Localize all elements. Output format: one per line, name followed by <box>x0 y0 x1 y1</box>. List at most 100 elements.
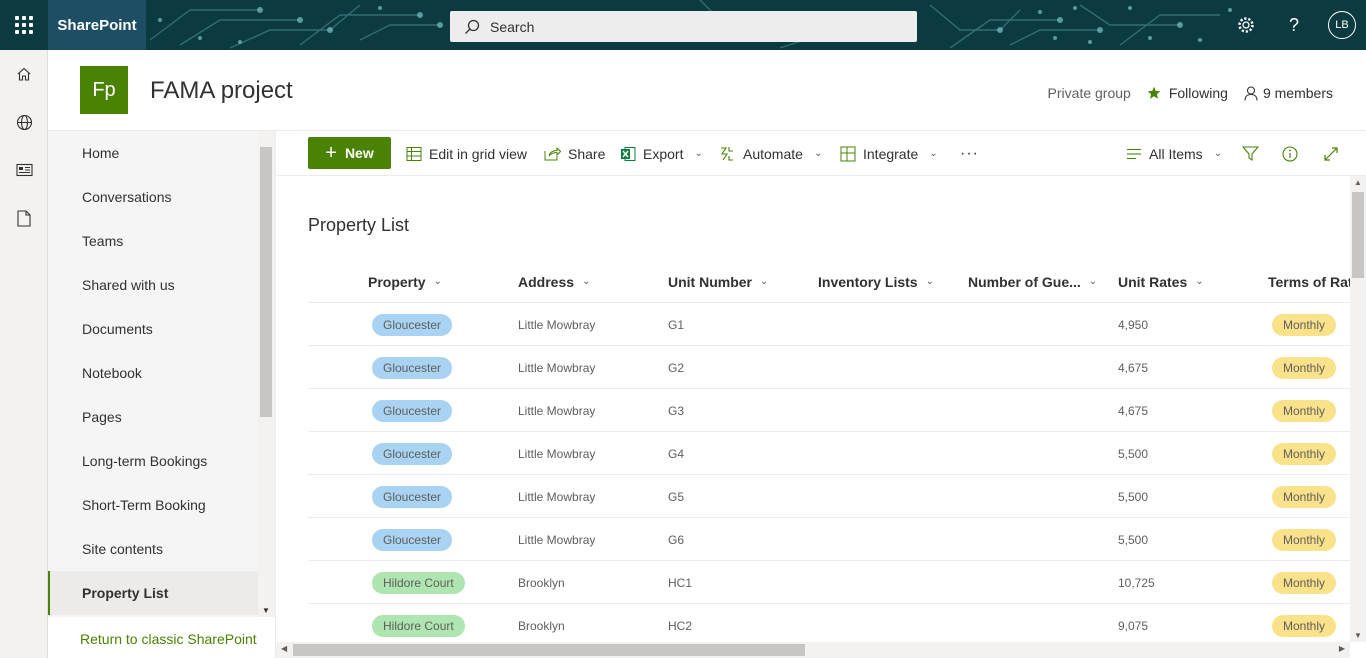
return-to-classic-link[interactable]: Return to classic SharePoint <box>80 631 257 647</box>
scroll-up-arrow-icon[interactable]: ▲ <box>1354 178 1362 187</box>
column-header-terms-of-rate[interactable]: Terms of Rate <box>1268 260 1350 303</box>
appbar-home-button[interactable] <box>0 50 48 98</box>
terms-cell: Monthly <box>1272 518 1337 561</box>
appbar-files-button[interactable] <box>0 194 48 242</box>
table-row[interactable]: Gloucester Little Mowbray G3 4,675 Monthly <box>308 389 1350 432</box>
property-cell: Gloucester <box>372 518 453 561</box>
unit-number-cell: HC1 <box>668 575 693 590</box>
site-logo[interactable]: Fp <box>80 66 128 114</box>
property-tag: Gloucester <box>372 313 453 336</box>
edit-grid-view-button[interactable]: Edit in grid view <box>406 131 527 176</box>
nav-item-teams[interactable]: Teams <box>48 219 258 263</box>
news-icon <box>15 163 33 177</box>
integrate-button[interactable]: Integrate ⌄ <box>840 131 938 176</box>
search-placeholder: Search <box>490 18 535 35</box>
terms-cell: Monthly <box>1272 303 1337 346</box>
chevron-down-icon: ⌄ <box>1213 148 1223 159</box>
column-header-unit-number[interactable]: Unit Number ⌄ <box>668 260 768 303</box>
table-row[interactable]: Hildore Court Brooklyn HC2 9,075 Monthly <box>308 604 1350 644</box>
automate-button[interactable]: Automate ⌄ <box>719 131 822 176</box>
nav-item-long-term-bookings[interactable]: Long-term Bookings <box>48 439 258 483</box>
scroll-right-arrow-icon[interactable]: ▶ <box>1339 644 1345 653</box>
share-button[interactable]: Share <box>544 131 605 176</box>
column-header-inventory-lists[interactable]: Inventory Lists ⌄ <box>818 260 934 303</box>
details-pane-button[interactable] <box>1282 131 1298 176</box>
list-title: Property List <box>308 215 410 235</box>
filter-button[interactable] <box>1242 131 1259 176</box>
globe-icon <box>16 114 32 130</box>
view-selector[interactable]: All Items ⌄ <box>1126 131 1222 176</box>
list-horizontal-scrollbar-thumb[interactable] <box>293 644 805 656</box>
members-button[interactable]: 9 members <box>1244 85 1333 101</box>
nav-item-pages[interactable]: Pages <box>48 395 258 439</box>
grid-icon <box>406 146 422 161</box>
appbar-news-button[interactable] <box>0 146 48 194</box>
unit-number-cell: G5 <box>668 475 684 518</box>
share-label: Share <box>568 145 606 162</box>
nav-item-short-term-booking[interactable]: Short-Term Booking <box>48 483 258 527</box>
scroll-left-arrow-icon[interactable]: ◀ <box>281 644 287 653</box>
table-row[interactable]: Gloucester Little Mowbray G5 5,500 Monthly <box>308 475 1350 518</box>
help-button[interactable]: ? <box>1270 0 1318 50</box>
site-header: Fp FAMA project Private group Following … <box>48 50 1366 131</box>
unit-number-cell: G3 <box>668 403 685 418</box>
nav-item-shared-with-us[interactable]: Shared with us <box>48 263 258 307</box>
follow-label: Following <box>1168 85 1228 101</box>
column-header-number-of-guests[interactable]: Number of Gue... ⌄ <box>968 260 1097 303</box>
column-header-unit-rates[interactable]: Unit Rates ⌄ <box>1118 260 1204 303</box>
terms-tag: Monthly <box>1272 571 1337 594</box>
automate-label: Automate <box>743 145 803 162</box>
scroll-down-arrow-icon[interactable]: ▼ <box>1354 631 1362 640</box>
column-header-property[interactable]: Property ⌄ <box>368 260 442 303</box>
nav-scrollbar[interactable]: ▼ <box>258 131 275 617</box>
follow-button[interactable]: Following <box>1147 85 1228 101</box>
integrate-label: Integrate <box>863 145 919 162</box>
list-horizontal-scrollbar[interactable]: ◀ ▶ <box>276 642 1350 658</box>
terms-tag: Monthly <box>1272 356 1337 379</box>
address-cell: Brooklyn <box>518 575 565 590</box>
table-row[interactable]: Gloucester Little Mowbray G1 4,950 Monthly <box>308 303 1350 346</box>
expand-button[interactable] <box>1323 131 1339 176</box>
nav-scrollbar-thumb[interactable] <box>260 147 272 417</box>
terms-cell: Monthly <box>1272 432 1337 475</box>
site-title[interactable]: FAMA project <box>150 77 293 105</box>
property-tag: Gloucester <box>372 399 453 422</box>
nav-item-documents[interactable]: Documents <box>48 307 258 351</box>
question-mark-icon: ? <box>1288 14 1299 35</box>
account-button[interactable]: LB <box>1318 0 1366 50</box>
nav-item-conversations[interactable]: Conversations <box>48 175 258 219</box>
column-header-address[interactable]: Address ⌄ <box>518 260 590 303</box>
nav-item-property-list[interactable]: Property List <box>48 571 258 615</box>
unit-rate-cell: 5,500 <box>1118 518 1148 561</box>
command-bar: + New Edit in grid view Share Export ⌄ A… <box>276 131 1366 176</box>
chevron-down-icon: ⌄ <box>433 276 442 287</box>
export-button[interactable]: Export ⌄ <box>620 131 703 176</box>
chevron-down-icon: ⌄ <box>929 148 938 159</box>
new-button[interactable]: + New <box>308 137 391 169</box>
sharepoint-brand-link[interactable]: SharePoint <box>48 0 146 50</box>
table-row[interactable]: Gloucester Little Mowbray G4 5,500 Monthly <box>308 432 1350 475</box>
property-tag: Hildore Court <box>372 614 465 637</box>
nav-item-notebook[interactable]: Notebook <box>48 351 258 395</box>
more-commands-button[interactable]: ··· <box>960 131 979 176</box>
address-cell: Little Mowbray <box>518 303 595 346</box>
nav-list: Home Conversations Teams Shared with us … <box>48 131 258 617</box>
appbar-sites-button[interactable] <box>0 98 48 146</box>
nav-item-home[interactable]: Home <box>48 131 258 175</box>
list-vertical-scrollbar-thumb[interactable] <box>1352 192 1364 278</box>
property-cell: Gloucester <box>372 389 453 432</box>
nav-item-site-contents[interactable]: Site contents <box>48 527 258 571</box>
table-row[interactable]: Gloucester Little Mowbray G6 5,500 Monthly <box>308 518 1350 561</box>
settings-button[interactable] <box>1222 0 1270 50</box>
app-launcher-button[interactable] <box>0 0 48 50</box>
document-icon <box>17 209 31 227</box>
grid-header: Property ⌄ Address ⌄ Unit Number ⌄ Inventor… <box>308 260 1350 303</box>
table-row[interactable]: Gloucester Little Mowbray G2 4,675 Monthly <box>308 346 1350 389</box>
list-vertical-scrollbar[interactable]: ▲ ▼ <box>1350 176 1366 642</box>
star-icon <box>1147 86 1161 99</box>
table-row[interactable]: Hildore Court Brooklyn HC1 10,725 Monthly <box>308 561 1350 604</box>
info-icon <box>1282 145 1298 162</box>
search-box[interactable]: Search <box>450 11 917 42</box>
scroll-down-arrow-icon[interactable]: ▼ <box>262 606 270 615</box>
person-icon <box>1244 85 1258 101</box>
